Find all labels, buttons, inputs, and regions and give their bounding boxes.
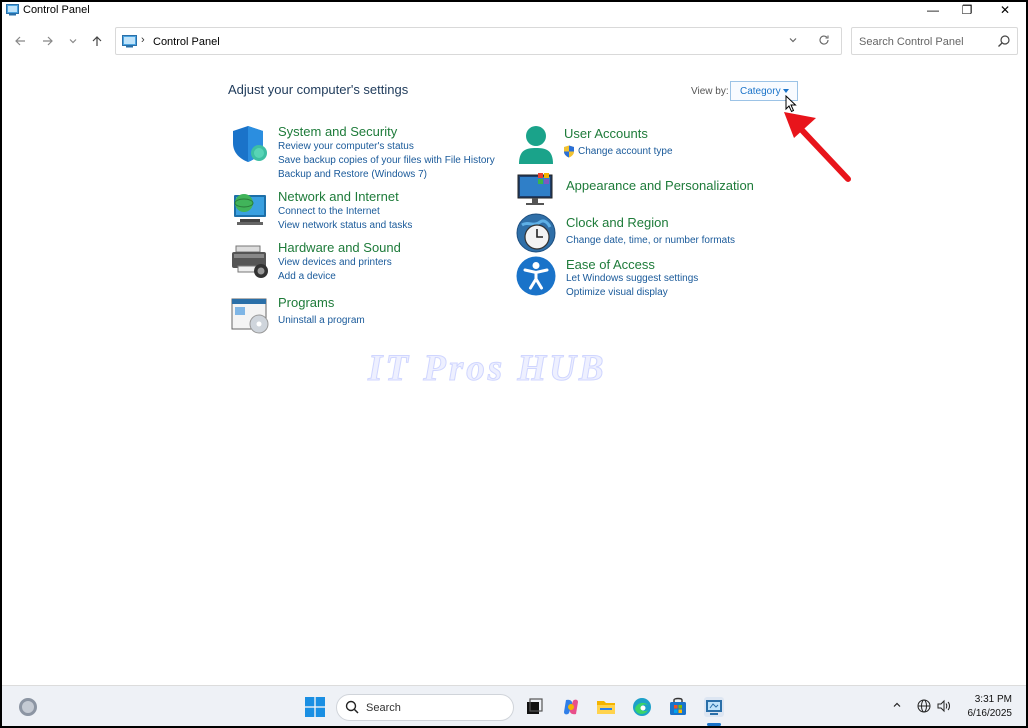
- window-title: Control Panel: [23, 4, 90, 16]
- change-account-type-link[interactable]: Change account type: [578, 146, 673, 157]
- dropdown-caret-icon: [783, 89, 789, 93]
- control-panel-icon: [6, 4, 19, 16]
- programs-icon: [231, 298, 269, 334]
- network-status-button[interactable]: [917, 699, 931, 716]
- file-explorer-icon[interactable]: [596, 697, 616, 717]
- title-bar: Control Panel — ❐ ✕: [2, 2, 1026, 20]
- recent-locations-button[interactable]: [64, 32, 82, 50]
- chevron-down-icon: [789, 38, 797, 43]
- uac-shield-icon: [564, 145, 574, 158]
- weather-widget-icon[interactable]: [19, 698, 37, 716]
- chevron-up-icon: [893, 702, 901, 707]
- shield-icon: [233, 126, 267, 162]
- clock-time[interactable]: 3:31 PM: [960, 694, 1012, 705]
- maximize-button[interactable]: ❐: [949, 2, 985, 18]
- refresh-icon: [819, 35, 829, 45]
- active-app-indicator: [707, 723, 721, 726]
- breadcrumb-control-panel[interactable]: Control Panel: [153, 36, 220, 48]
- change-date-time-formats-link[interactable]: Change date, time, or number formats: [566, 235, 735, 246]
- appearance-monitor-icon: [517, 173, 553, 205]
- back-button[interactable]: [11, 32, 29, 50]
- clock-and-region-link[interactable]: Clock and Region: [566, 215, 669, 230]
- hardware-and-sound-link[interactable]: Hardware and Sound: [278, 240, 401, 255]
- clock-globe-icon: [516, 213, 556, 253]
- up-button[interactable]: [88, 32, 106, 50]
- refresh-button[interactable]: [818, 34, 830, 49]
- chevron-down-icon: [69, 39, 77, 44]
- user-icon: [519, 126, 553, 164]
- add-device-link[interactable]: Add a device: [278, 271, 336, 282]
- taskbar: Search 3:31 PM 6/16/2025: [2, 685, 1026, 726]
- clock-date[interactable]: 6/16/2025: [960, 708, 1013, 719]
- task-view-icon[interactable]: [524, 697, 544, 717]
- windows-start-icon[interactable]: [305, 697, 325, 717]
- devices-printers-link[interactable]: View devices and printers: [278, 257, 392, 268]
- review-status-link[interactable]: Review your computer's status: [278, 141, 414, 152]
- address-bar[interactable]: › Control Panel: [115, 27, 842, 55]
- let-windows-suggest-settings-link[interactable]: Let Windows suggest settings: [566, 273, 698, 284]
- taskbar-search-label: Search: [366, 702, 401, 714]
- connect-internet-link[interactable]: Connect to the Internet: [278, 206, 380, 217]
- accessibility-icon: [516, 256, 556, 296]
- edge-icon[interactable]: [632, 697, 652, 717]
- page-title: Adjust your computer's settings: [228, 82, 409, 97]
- programs-link[interactable]: Programs: [278, 295, 334, 310]
- close-button[interactable]: ✕: [987, 2, 1023, 18]
- arrow-right-icon: [43, 36, 53, 46]
- network-and-internet-link[interactable]: Network and Internet: [278, 189, 399, 204]
- control-panel-icon: [122, 35, 137, 48]
- breadcrumb-separator: ›: [141, 34, 145, 46]
- view-by-value: Category: [740, 86, 781, 97]
- taskbar-search-box[interactable]: Search: [336, 694, 514, 721]
- ease-of-access-link[interactable]: Ease of Access: [566, 257, 655, 272]
- watermark-text: IT Pros HUB: [368, 348, 607, 390]
- globe-icon: [917, 699, 931, 713]
- store-icon[interactable]: [668, 697, 688, 717]
- arrow-up-icon: [92, 36, 102, 46]
- search-control-panel-input[interactable]: Search Control Panel: [851, 27, 1018, 55]
- appearance-and-personalization-link[interactable]: Appearance and Personalization: [566, 178, 754, 193]
- user-accounts-link[interactable]: User Accounts: [564, 126, 648, 141]
- arrow-left-icon: [15, 36, 25, 46]
- network-globe-icon: [234, 194, 266, 225]
- search-icon: [998, 35, 1010, 47]
- network-status-link[interactable]: View network status and tasks: [278, 220, 412, 231]
- control-panel-taskbar-icon[interactable]: [704, 697, 724, 717]
- search-placeholder: Search Control Panel: [859, 36, 964, 48]
- forward-button[interactable]: [39, 32, 57, 50]
- volume-button[interactable]: [936, 699, 952, 716]
- show-hidden-icons-button[interactable]: [892, 699, 902, 713]
- minimize-button[interactable]: —: [915, 2, 951, 18]
- view-by-label: View by:: [691, 86, 729, 97]
- control-panel-window: Control Panel — ❐ ✕ › Control Panel Sear…: [2, 2, 1026, 726]
- backup-restore-link[interactable]: Backup and Restore (Windows 7): [278, 169, 427, 180]
- optimize-visual-display-link[interactable]: Optimize visual display: [566, 287, 668, 298]
- address-history-dropdown[interactable]: [788, 35, 798, 48]
- printer-icon: [232, 245, 268, 278]
- search-icon: [345, 700, 359, 714]
- speaker-icon: [937, 699, 950, 713]
- uninstall-program-link[interactable]: Uninstall a program: [278, 315, 365, 326]
- copilot-icon[interactable]: [561, 697, 581, 717]
- system-and-security-link[interactable]: System and Security: [278, 124, 397, 139]
- annotation-arrow-icon: [784, 112, 851, 182]
- file-history-link[interactable]: Save backup copies of your files with Fi…: [278, 155, 495, 166]
